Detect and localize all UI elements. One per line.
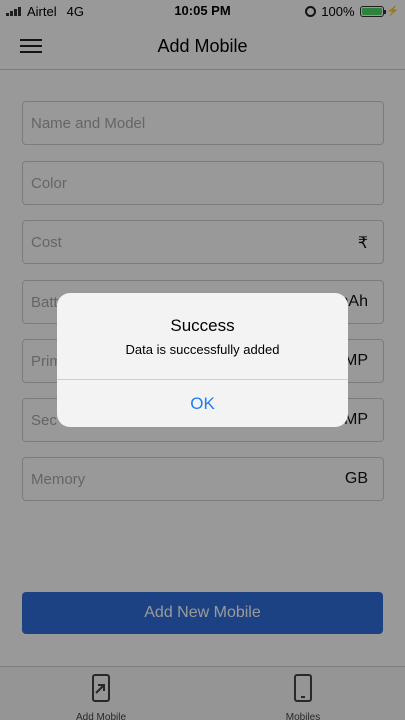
ok-button[interactable]: OK (57, 379, 348, 427)
alert-message: Data is successfully added (125, 342, 280, 357)
success-alert: Success Data is successfully added OK (57, 293, 348, 427)
alert-title: Success (170, 316, 235, 335)
